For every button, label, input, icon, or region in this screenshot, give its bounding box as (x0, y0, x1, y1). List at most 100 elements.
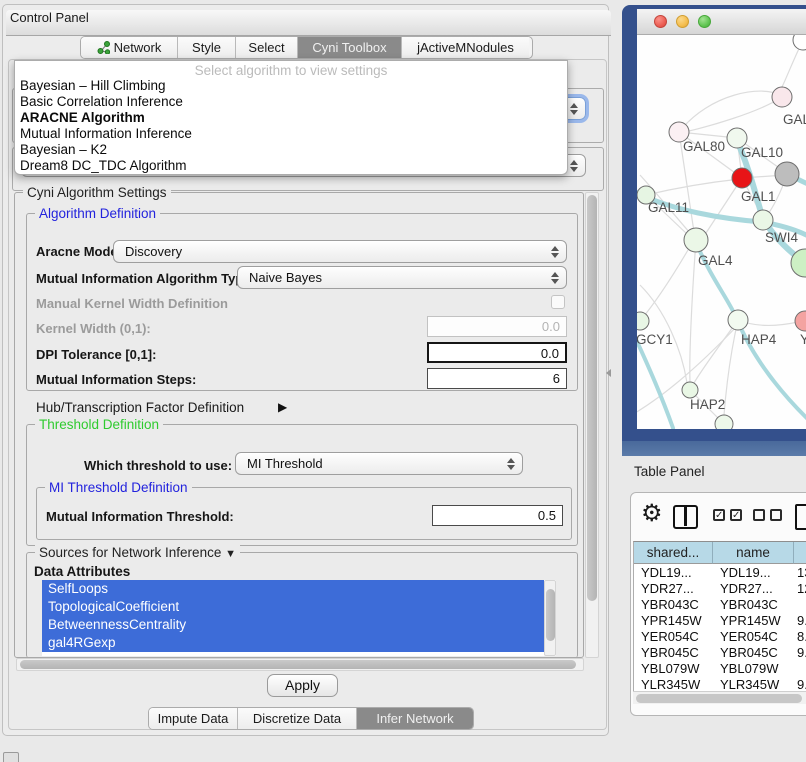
column-header-name[interactable]: name (713, 542, 794, 564)
table-cell[interactable]: YDR27... (641, 581, 714, 597)
algorithm-option-aracne-algorithm[interactable]: ARACNE Algorithm (19, 110, 559, 126)
network-edge-highlighted[interactable] (637, 335, 673, 428)
table-cell[interactable]: 12 (797, 581, 806, 597)
algorithm-option-dream8-dc-tdc-algorithm[interactable]: Dream8 DC_TDC Algorithm (19, 158, 559, 174)
deselect-all-checkboxes-icon[interactable] (753, 509, 782, 521)
dpi-tolerance-field[interactable]: 0.0 (427, 342, 567, 363)
network-node[interactable] (793, 35, 806, 50)
which-threshold-combobox[interactable]: MI Threshold (235, 452, 523, 475)
tab-jactivemnodules[interactable]: jActiveMNodules (402, 37, 529, 58)
column-header-2[interactable] (794, 542, 806, 564)
table-cell[interactable]: YBR043C (641, 597, 714, 613)
network-window-titlebar (637, 9, 806, 35)
gear-icon[interactable]: ⚙ (641, 499, 663, 528)
aracne-mode-combobox[interactable]: Discovery (113, 240, 567, 263)
network-edge[interactable] (690, 240, 696, 382)
kernel-width-field[interactable]: 0.0 (427, 316, 567, 337)
manual-kernel-checkbox[interactable] (551, 295, 565, 309)
network-node[interactable] (753, 210, 773, 230)
tab-infer-network[interactable]: Infer Network (357, 708, 473, 729)
tab-impute-data[interactable]: Impute Data (149, 708, 238, 729)
mi-type-label: Mutual Information Algorithm Type: (36, 271, 255, 286)
table-cell[interactable]: 13 (797, 565, 806, 581)
node-label-gal10: GAL10 (741, 145, 783, 160)
attributes-list-scrollbar[interactable] (544, 580, 556, 656)
network-node[interactable] (684, 228, 708, 252)
network-edge[interactable] (640, 250, 688, 321)
expand-right-icon[interactable]: ▶ (278, 400, 287, 414)
settings-horizontal-scrollbar[interactable] (16, 658, 584, 671)
network-node[interactable] (732, 168, 752, 188)
tab-cyni-toolbox[interactable]: Cyni Toolbox (298, 37, 402, 58)
table-cell[interactable]: YBL079W (720, 661, 795, 677)
column-header-shared[interactable]: shared... (634, 542, 713, 564)
network-node[interactable] (728, 310, 748, 330)
table-cell[interactable]: YBR045C (641, 645, 714, 661)
table-cell[interactable]: 9. (797, 613, 806, 629)
new-table-icon[interactable] (795, 504, 806, 530)
network-node[interactable] (715, 415, 733, 429)
table-cell[interactable]: YBR043C (720, 597, 795, 613)
table-cell[interactable] (797, 661, 806, 677)
table-cell[interactable]: YER054C (720, 629, 795, 645)
table-cell[interactable]: YLR345W (720, 677, 795, 691)
algorithm-option-bayesian-hill-climbing[interactable]: Bayesian – Hill Climbing (19, 78, 559, 94)
collapse-down-icon[interactable]: ▼ (225, 548, 236, 560)
table-cell[interactable]: YDL19... (720, 565, 795, 581)
table-horizontal-scrollbar[interactable] (633, 691, 806, 704)
minimize-window-icon[interactable] (676, 15, 689, 28)
splitter-collapse-icon[interactable] (606, 369, 611, 377)
attribute-item-gal4rgexp[interactable]: gal4RGexp (42, 634, 544, 652)
table-cell[interactable]: YPR145W (641, 613, 714, 629)
close-window-icon[interactable] (654, 15, 667, 28)
hub-expander-label[interactable]: Hub/Transcription Factor Definition (36, 400, 244, 415)
node-label-gcy1: GCY1 (637, 332, 673, 347)
table-cell[interactable]: 9. (797, 677, 806, 691)
tab-style[interactable]: Style (178, 37, 236, 58)
network-node[interactable] (775, 162, 799, 186)
table-cell[interactable]: YDR27... (720, 581, 795, 597)
table-cell[interactable]: YER054C (641, 629, 714, 645)
mi-threshold-field[interactable]: 0.5 (432, 505, 563, 526)
attribute-item-betweennesscentrality[interactable]: BetweennessCentrality (42, 616, 544, 634)
network-edge[interactable] (646, 179, 740, 195)
network-canvas[interactable]: GALGAL80GAL10GAL1GAL11SWI4GAL4GCY1HAP4YH… (637, 35, 806, 429)
table-cell[interactable] (797, 597, 806, 613)
tab-discretize-data[interactable]: Discretize Data (238, 708, 357, 729)
tab-select[interactable]: Select (236, 37, 298, 58)
attribute-item-topologicalcoefficient[interactable]: TopologicalCoefficient (42, 598, 544, 616)
table-cell[interactable]: YBR045C (720, 645, 795, 661)
table-cell[interactable]: YLR345W (641, 677, 714, 691)
algorithm-option-bayesian-k2[interactable]: Bayesian – K2 (19, 142, 559, 158)
which-threshold-value: MI Threshold (247, 456, 323, 471)
mi-steps-field[interactable]: 6 (427, 368, 567, 389)
network-node[interactable] (795, 311, 806, 331)
settings-vertical-scrollbar[interactable] (585, 192, 599, 658)
select-all-checkboxes-icon[interactable]: ✓✓ (713, 509, 742, 521)
mi-type-combobox[interactable]: Naive Bayes (237, 266, 567, 289)
table-cell[interactable]: 8. (797, 629, 806, 645)
apply-button[interactable]: Apply (267, 674, 338, 697)
columns-icon[interactable] (673, 505, 698, 529)
table-cell[interactable]: YDL19... (641, 565, 714, 581)
node-label-gal: GAL (783, 112, 806, 127)
tab-network[interactable]: Network (81, 37, 178, 58)
network-node[interactable] (637, 312, 649, 330)
network-edge[interactable] (689, 97, 782, 131)
network-node[interactable] (772, 87, 792, 107)
screen: Control Panel ✖ NetworkStyleSelectCyni T… (0, 0, 806, 762)
algorithm-option-mutual-information-inference[interactable]: Mutual Information Inference (19, 126, 559, 142)
network-node[interactable] (682, 382, 698, 398)
algorithm-dropdown-prompt: Select algorithm to view settings (15, 63, 567, 78)
zoom-window-icon[interactable] (698, 15, 711, 28)
minimized-panel-button[interactable] (3, 752, 19, 762)
node-table: shared...name YDL19...YDL19...13YDR27...… (633, 541, 806, 691)
bottom-tab-bar: Impute DataDiscretize DataInfer Network (148, 707, 474, 730)
table-cell[interactable]: 9. (797, 645, 806, 661)
attribute-item-selfloops[interactable]: SelfLoops (42, 580, 544, 598)
algorithm-option-basic-correlation-inference[interactable]: Basic Correlation Inference (19, 94, 559, 110)
table-cell[interactable]: YBL079W (641, 661, 714, 677)
table-cell[interactable]: YPR145W (720, 613, 795, 629)
network-edge[interactable] (724, 320, 738, 415)
network-edge[interactable] (679, 91, 780, 132)
